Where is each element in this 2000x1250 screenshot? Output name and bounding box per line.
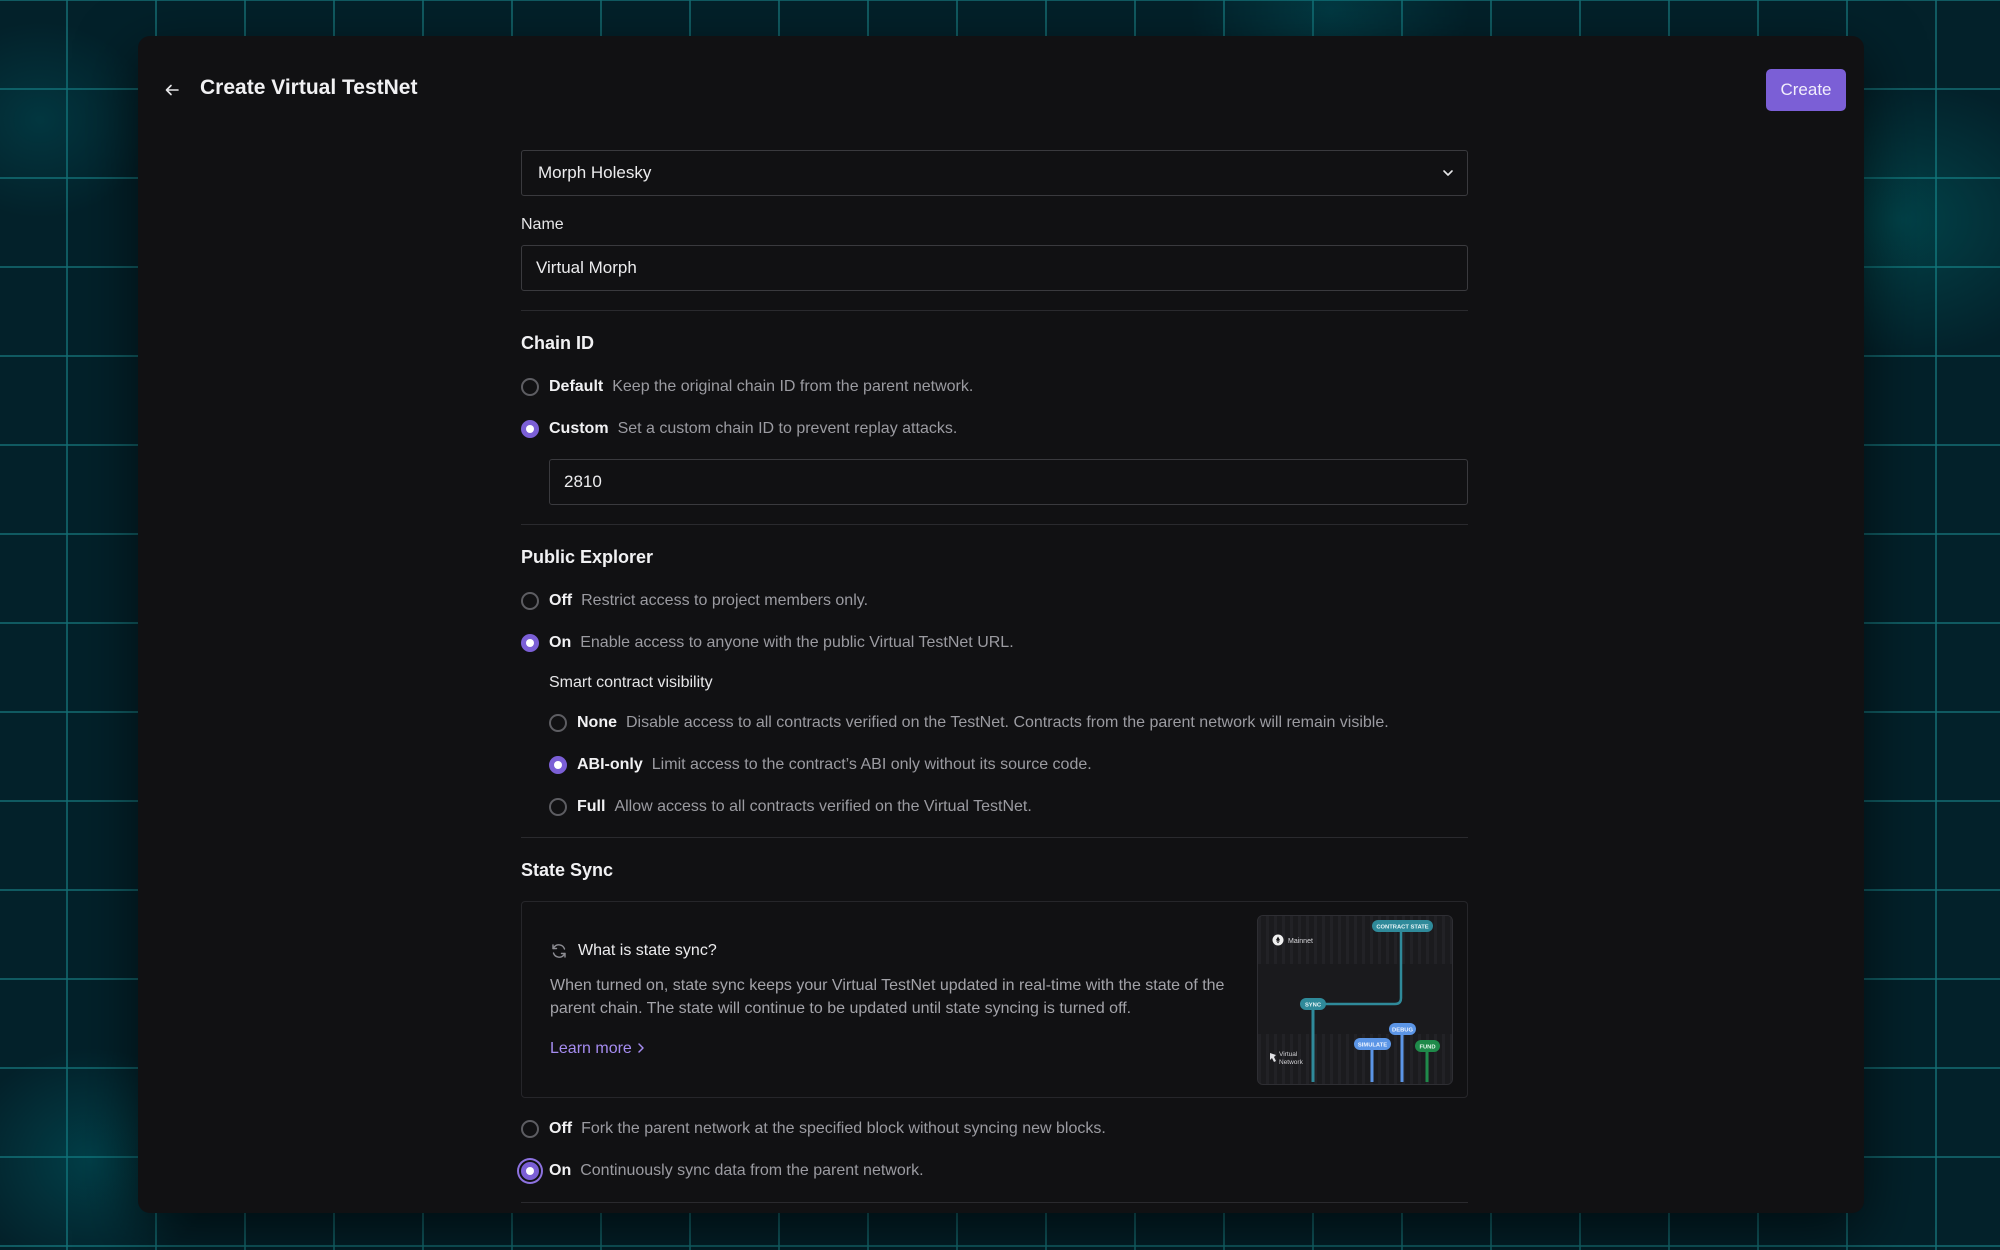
page-title: Create Virtual TestNet <box>200 76 418 99</box>
divider <box>521 837 1468 838</box>
radio-sync-on[interactable] <box>521 1162 539 1180</box>
state-sync-info-box: What is state sync? When turned on, stat… <box>521 901 1468 1098</box>
debug-label: DEBUG <box>1392 1028 1413 1034</box>
info-title-text: What is state sync? <box>578 942 717 959</box>
mainnet-label: Mainnet <box>1288 938 1313 945</box>
chain-id-option-default[interactable]: Default Keep the original chain ID from … <box>521 376 1468 398</box>
sync-label: SYNC <box>1305 1003 1322 1009</box>
chevron-right-icon <box>638 1043 645 1053</box>
radio-label: Default <box>549 378 604 395</box>
visibility-option-full[interactable]: Full Allow access to all contracts verif… <box>549 796 1468 818</box>
virtual-label-1: Virtual <box>1279 1051 1298 1058</box>
header-bar: Create Virtual TestNet Create <box>138 36 1864 146</box>
radio-label: On <box>549 634 572 651</box>
divider <box>521 524 1468 525</box>
radio-description: Keep the original chain ID from the pare… <box>612 378 974 395</box>
radio-description: Allow access to all contracts verified o… <box>614 798 1032 815</box>
radio-label: Off <box>549 1120 573 1137</box>
info-title: What is state sync? <box>550 942 717 960</box>
radio-sync-off[interactable] <box>521 1120 539 1138</box>
divider <box>521 310 1468 311</box>
radio-default[interactable] <box>521 378 539 396</box>
radio-description: Enable access to anyone with the public … <box>580 634 1014 651</box>
radio-label: ABI-only <box>577 756 643 773</box>
create-testnet-panel: Create Virtual TestNet Create Morph Hole… <box>138 36 1864 1213</box>
chain-id-title: Chain ID <box>521 333 595 353</box>
radio-description: Fork the parent network at the specified… <box>581 1120 1106 1137</box>
network-select[interactable]: Morph Holesky <box>521 150 1468 196</box>
radio-label: None <box>577 714 617 731</box>
network-select-value: Morph Holesky <box>538 163 652 182</box>
radio-abi-only[interactable] <box>549 756 567 774</box>
radio-label: Off <box>549 592 573 609</box>
state-sync-option-off[interactable]: Off Fork the parent network at the speci… <box>521 1118 1468 1140</box>
radio-description: Restrict access to project members only. <box>581 592 869 609</box>
public-explorer-title: Public Explorer <box>521 547 654 567</box>
info-body: When turned on, state sync keeps your Vi… <box>550 977 1225 1017</box>
radio-label: Full <box>577 798 606 815</box>
contract-state-label: CONTRACT STATE <box>1376 925 1428 931</box>
smart-contract-visibility-label: Smart contract visibility <box>549 674 713 691</box>
explorer-option-off[interactable]: Off Restrict access to project members o… <box>521 590 1468 612</box>
radio-label: On <box>549 1162 572 1179</box>
visibility-option-abi-only[interactable]: ABI-only Limit access to the contract’s … <box>549 754 1468 776</box>
radio-none[interactable] <box>549 714 567 732</box>
create-button[interactable]: Create <box>1766 69 1846 111</box>
chevron-down-icon <box>1443 170 1453 176</box>
custom-chain-id-input[interactable]: 2810 <box>549 459 1468 505</box>
fund-label: FUND <box>1419 1045 1435 1051</box>
chain-id-option-custom[interactable]: Custom Set a custom chain ID to prevent … <box>521 418 1468 440</box>
radio-custom[interactable] <box>521 420 539 438</box>
learn-more-text: Learn more <box>550 1040 632 1057</box>
state-sync-option-on[interactable]: On Continuously sync data from the paren… <box>521 1160 1468 1182</box>
refresh-icon <box>552 944 566 958</box>
state-sync-title: State Sync <box>521 860 614 880</box>
diagram-svg: Mainnet Virtual Network CONTRACT STATE S… <box>1258 916 1452 1084</box>
radio-off[interactable] <box>521 592 539 610</box>
radio-description: Disable access to all contracts verified… <box>626 714 1389 731</box>
visibility-option-none[interactable]: None Disable access to all contracts ver… <box>549 712 1468 734</box>
arrow-left-icon <box>165 84 179 96</box>
radio-on[interactable] <box>521 634 539 652</box>
learn-more-link[interactable]: Learn more <box>550 1040 646 1058</box>
testnet-form: Morph Holesky Name Virtual Morph Chain I… <box>521 150 1468 1203</box>
name-label: Name <box>521 216 564 233</box>
radio-description: Continuously sync data from the parent n… <box>580 1162 924 1179</box>
radio-label: Custom <box>549 420 609 437</box>
radio-description: Limit access to the contract’s ABI only … <box>651 756 1092 773</box>
simulate-label: SIMULATE <box>1358 1043 1387 1049</box>
state-sync-diagram: Mainnet Virtual Network CONTRACT STATE S… <box>1257 915 1453 1085</box>
radio-description: Set a custom chain ID to prevent replay … <box>617 420 958 437</box>
back-button[interactable] <box>156 74 188 106</box>
virtual-label-2: Network <box>1279 1059 1304 1066</box>
explorer-option-on[interactable]: On Enable access to anyone with the publ… <box>521 632 1468 654</box>
divider <box>521 1202 1468 1203</box>
name-input[interactable]: Virtual Morph <box>521 245 1468 291</box>
radio-full[interactable] <box>549 798 567 816</box>
